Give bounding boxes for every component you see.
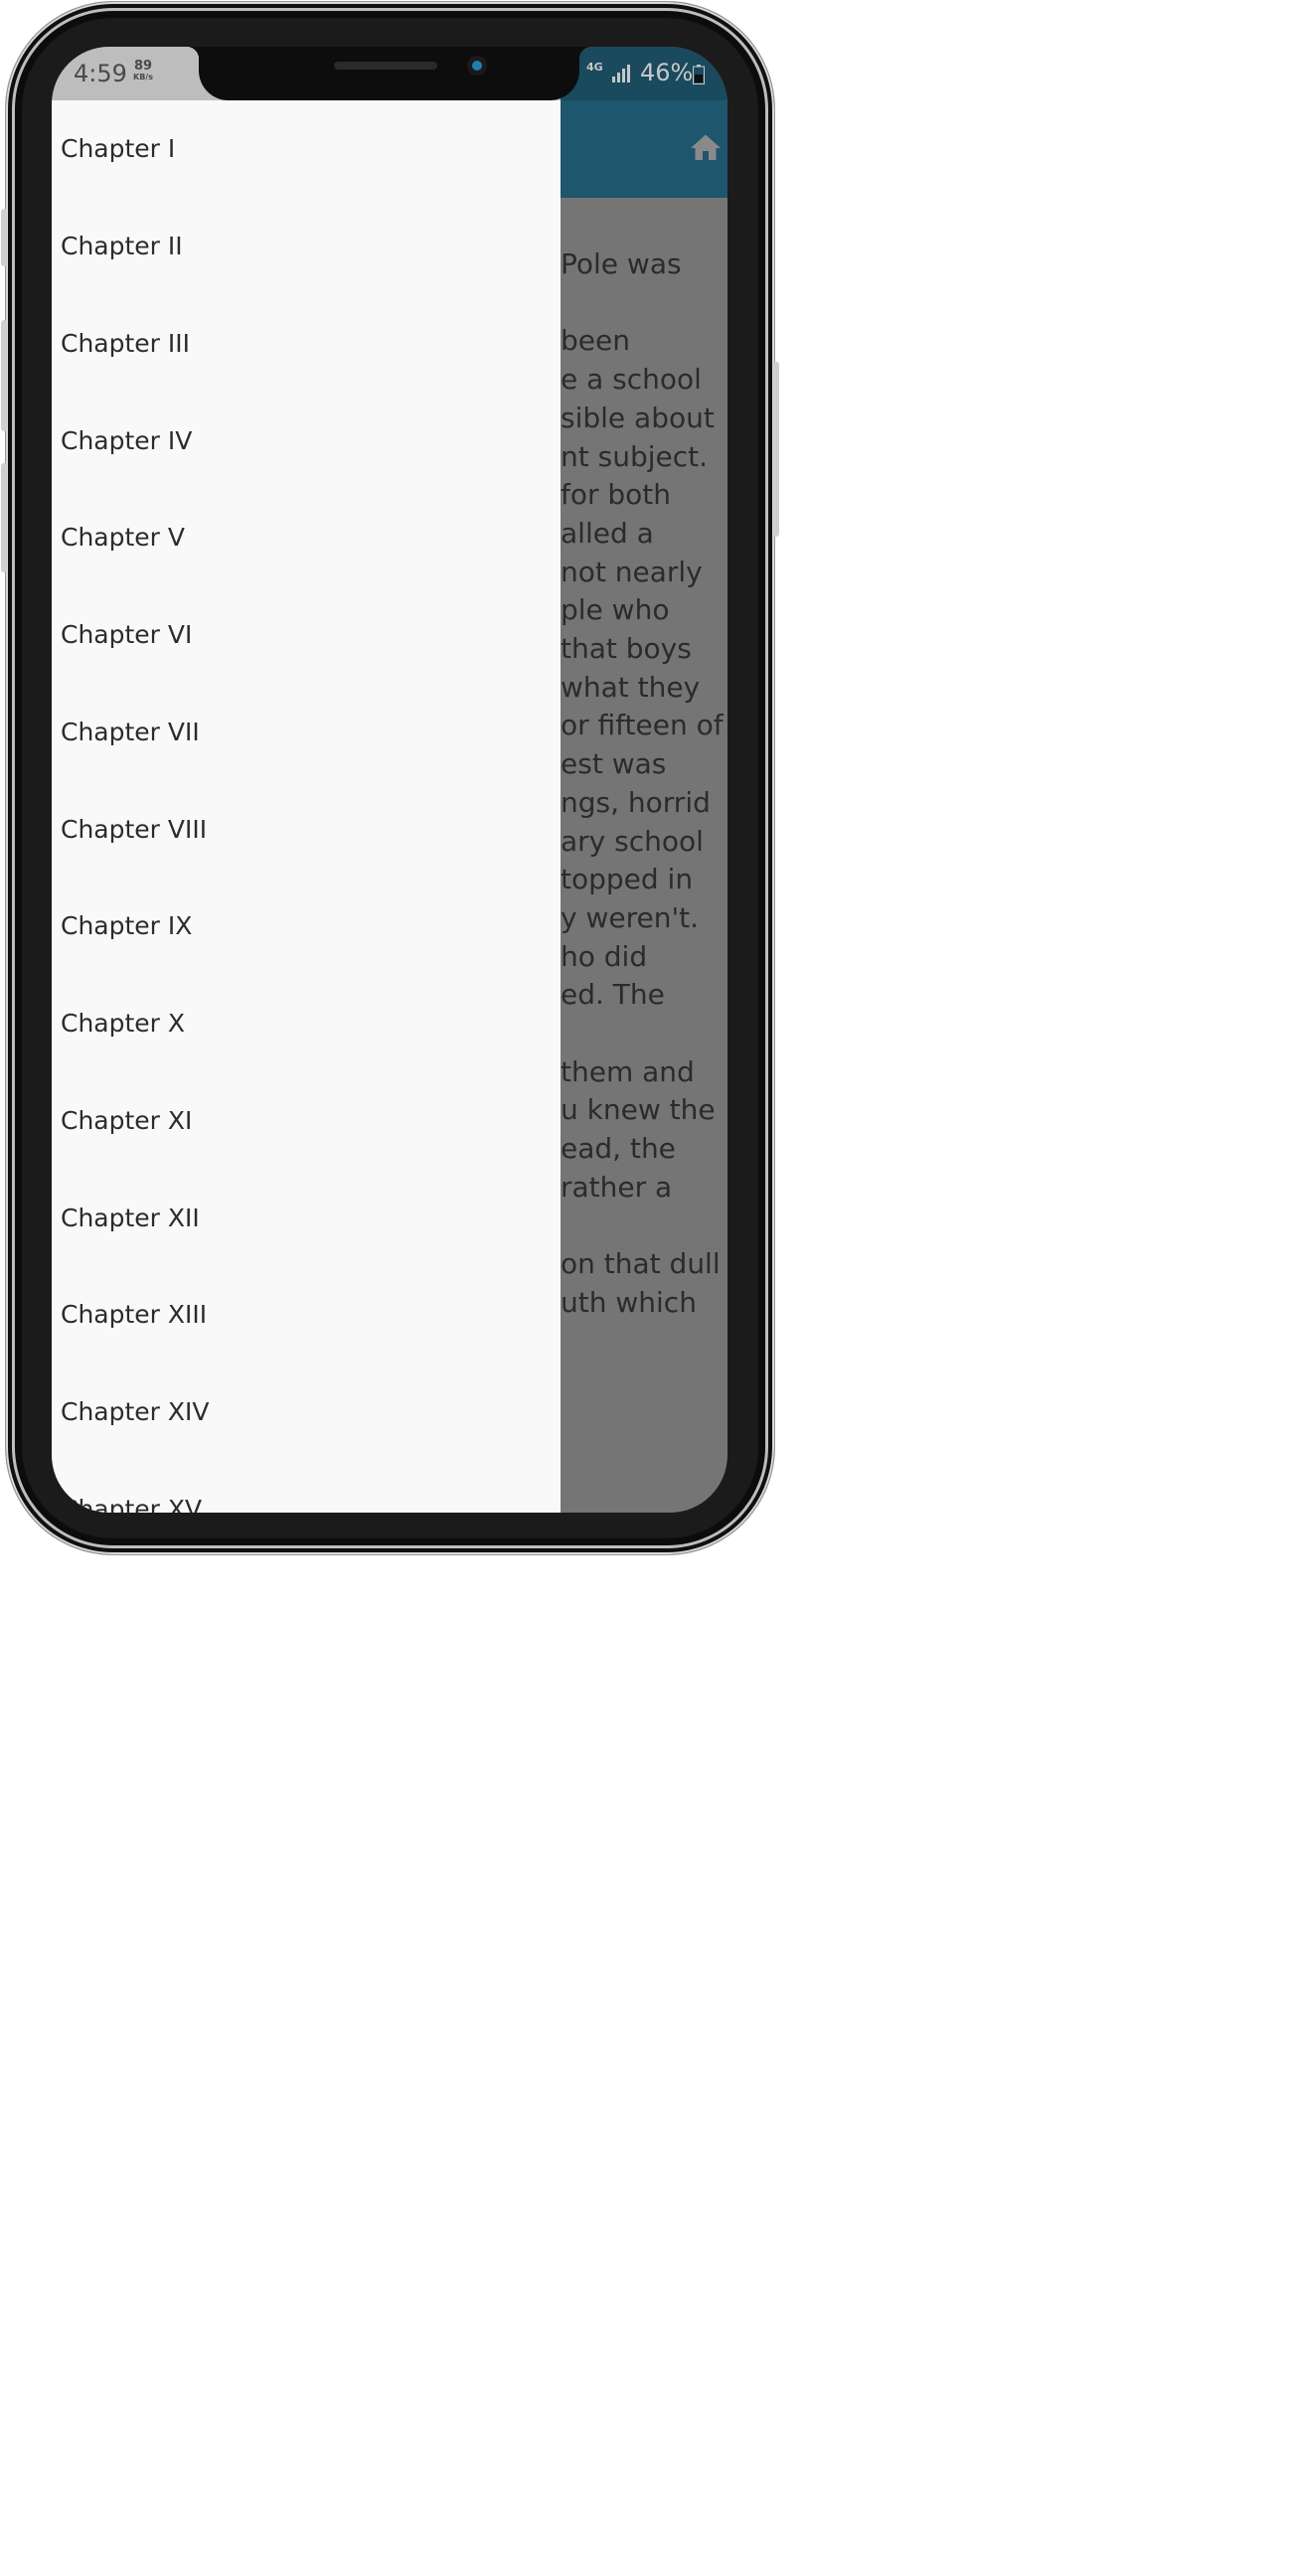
notch — [187, 47, 591, 100]
volume-up-button — [1, 209, 7, 266]
signal-icon — [612, 65, 630, 82]
volume-down-button — [1, 320, 7, 431]
drawer-item[interactable]: Chapter IX — [52, 878, 561, 975]
text-line: e a school — [561, 363, 702, 397]
side-button — [1, 463, 7, 572]
drawer-item[interactable]: Chapter II — [52, 198, 561, 295]
net-speed: 89 KB/s — [133, 60, 153, 82]
drawer-item[interactable]: Chapter VII — [52, 684, 561, 781]
drawer-item-label: Chapter XI — [61, 1105, 193, 1135]
drawer-item[interactable]: Chapter V — [52, 489, 561, 586]
drawer-item-label: Chapter IV — [61, 425, 193, 455]
text-line: ngs, horrid — [561, 785, 711, 819]
drawer-item[interactable]: Chapter III — [52, 295, 561, 393]
text-line: uth which — [561, 1285, 697, 1319]
battery-percent: 46% — [640, 59, 694, 86]
drawer-item[interactable]: Chapter I — [52, 100, 561, 198]
text-line: rather a — [561, 1170, 673, 1204]
text-line: not nearly — [561, 555, 703, 588]
text-line: ple who — [561, 593, 670, 627]
drawer-item-label: Chapter VIII — [61, 814, 208, 844]
drawer-item-label: Chapter XIV — [61, 1397, 210, 1427]
text-line: ho did — [561, 939, 648, 973]
text-line: ead, the — [561, 1132, 676, 1166]
text-line: u knew the — [561, 1093, 716, 1127]
text-line: or fifteen of — [561, 709, 724, 742]
text-line: for both — [561, 478, 672, 512]
text-line: ary school — [561, 824, 704, 858]
drawer-item[interactable]: Chapter XIV — [52, 1364, 561, 1461]
drawer-item-label: Chapter V — [61, 523, 185, 553]
text-line: nt subject. — [561, 439, 709, 473]
drawer-item-label: Chapter VI — [61, 620, 193, 650]
drawer-item[interactable]: Chapter VI — [52, 586, 561, 684]
drawer-item[interactable]: Chapter XIII — [52, 1266, 561, 1364]
drawer-item-label: Chapter IX — [61, 911, 193, 941]
text-line: on that dull — [561, 1247, 721, 1281]
text-line: ed. The — [561, 978, 665, 1012]
drawer-item[interactable]: Chapter XI — [52, 1072, 561, 1170]
home-icon[interactable] — [688, 130, 724, 166]
drawer-item-label: Chapter III — [61, 328, 191, 358]
drawer-item-label: Chapter VII — [61, 717, 200, 746]
drawer-item-label: Chapter XV — [61, 1494, 203, 1513]
drawer-item[interactable]: Chapter X — [52, 975, 561, 1072]
drawer-item-label: Chapter II — [61, 232, 183, 261]
text-line: that boys — [561, 632, 692, 665]
drawer-item-label: Chapter X — [61, 1009, 186, 1039]
drawer-item-label: Chapter I — [61, 134, 176, 164]
net-speed-unit: KB/s — [133, 73, 153, 81]
front-camera — [467, 56, 487, 76]
text-line: alled a — [561, 516, 654, 550]
battery-icon — [693, 65, 705, 84]
text-line: y weren't. — [561, 900, 700, 934]
text-line: sible about — [561, 401, 715, 434]
text-line: them and — [561, 1054, 695, 1088]
text-line: topped in — [561, 863, 694, 896]
network-type: 4G — [586, 61, 603, 74]
drawer-item[interactable]: Chapter XV — [52, 1461, 561, 1513]
drawer-item-label: Chapter XIII — [61, 1300, 208, 1330]
power-button — [773, 362, 779, 537]
drawer-item[interactable]: Chapter XII — [52, 1169, 561, 1266]
speaker-grille — [334, 62, 437, 70]
drawer-item[interactable]: Chapter IV — [52, 392, 561, 489]
text-line: Pole was — [561, 247, 682, 280]
text-line: been — [561, 324, 630, 358]
drawer-item[interactable]: Chapter VIII — [52, 780, 561, 878]
navigation-drawer: Chapter I Chapter II Chapter III Chapter IV… — [52, 100, 561, 1513]
text-line: what they — [561, 670, 701, 704]
screen: Pole was been e a school sible about nt sub… — [52, 47, 727, 1513]
text-line: est was — [561, 747, 667, 781]
status-time: 4:59 — [74, 60, 127, 87]
drawer-item-label: Chapter XII — [61, 1203, 200, 1232]
